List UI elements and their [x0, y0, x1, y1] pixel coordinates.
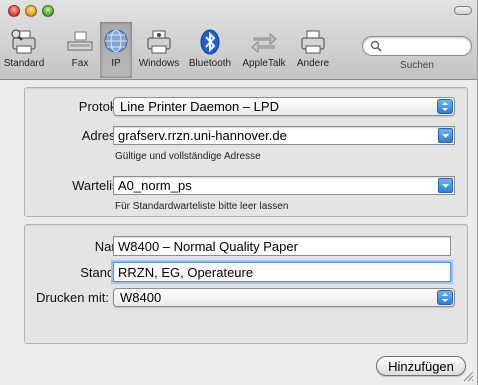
search-field[interactable] [362, 36, 472, 56]
driver-select[interactable]: W8400 [113, 288, 455, 307]
fax-icon [67, 31, 93, 51]
printer-info-panel: Name: W8400 – Normal Quality Paper Stand… [24, 224, 468, 344]
tab-label: Windows [138, 58, 180, 69]
tab-windows[interactable]: Windows [136, 22, 182, 78]
name-value: W8400 – Normal Quality Paper [118, 239, 298, 254]
combo-dropdown-icon[interactable] [438, 178, 453, 193]
tab-label: Andere [296, 58, 330, 69]
close-window-button[interactable] [8, 5, 20, 17]
toolbar: Standard Fax IP Windows Bluetooth AppleT… [0, 0, 477, 80]
tab-label: AppleTalk [242, 58, 286, 69]
queue-value: A0_norm_ps [118, 178, 192, 193]
name-field[interactable]: W8400 – Normal Quality Paper [113, 236, 451, 256]
tab-ip[interactable]: IP [100, 22, 132, 78]
combo-dropdown-icon[interactable] [438, 128, 453, 143]
tab-label: Bluetooth [188, 58, 232, 69]
popup-arrows-icon [437, 290, 453, 305]
other-printer-icon [301, 30, 325, 54]
address-combobox[interactable]: grafserv.rrzn.uni-hannover.de [113, 126, 455, 145]
windows-printer-icon [147, 30, 171, 54]
tab-bluetooth[interactable]: Bluetooth [184, 22, 236, 78]
search-label: Suchen [400, 60, 434, 71]
search-icon [370, 40, 382, 52]
minimize-window-button[interactable] [25, 5, 37, 17]
printer-browser-window: Standard Fax IP Windows Bluetooth AppleT… [0, 0, 478, 385]
resize-grip-icon[interactable] [462, 370, 474, 382]
driver-value: W8400 [120, 290, 162, 305]
tab-fax[interactable]: Fax [60, 22, 100, 78]
ip-globe-icon [104, 29, 128, 53]
location-field[interactable]: RRZN, EG, Operateure [113, 262, 451, 282]
zoom-window-button[interactable] [42, 5, 54, 17]
add-button[interactable]: Hinzufügen [376, 356, 466, 376]
protocol-value: Line Printer Daemon – LPD [120, 99, 279, 114]
default-printer-icon [11, 29, 36, 54]
appletalk-arrows-icon [251, 32, 277, 54]
address-value: grafserv.rrzn.uni-hannover.de [118, 128, 287, 143]
connection-settings-panel: Protokoll: Line Printer Daemon – LPD Adr… [24, 87, 468, 217]
toolbar-toggle-button[interactable] [454, 6, 472, 15]
popup-arrows-icon [437, 99, 453, 114]
address-hint: Gültige und vollständige Adresse [115, 151, 261, 162]
tab-andere[interactable]: Andere [292, 22, 334, 78]
protocol-select[interactable]: Line Printer Daemon – LPD [113, 97, 455, 116]
queue-hint: Für Standardwarteliste bitte leer lassen [115, 201, 289, 212]
driver-label: Drucken mit: [36, 290, 109, 305]
tab-standard[interactable]: Standard [2, 22, 46, 78]
tab-label: Fax [71, 58, 89, 69]
location-value: RRZN, EG, Operateure [118, 265, 254, 280]
queue-combobox[interactable]: A0_norm_ps [113, 176, 455, 195]
tab-label: IP [111, 58, 121, 69]
tab-appletalk[interactable]: AppleTalk [238, 22, 290, 78]
bluetooth-icon [200, 29, 220, 55]
tab-label: Standard [3, 58, 45, 69]
